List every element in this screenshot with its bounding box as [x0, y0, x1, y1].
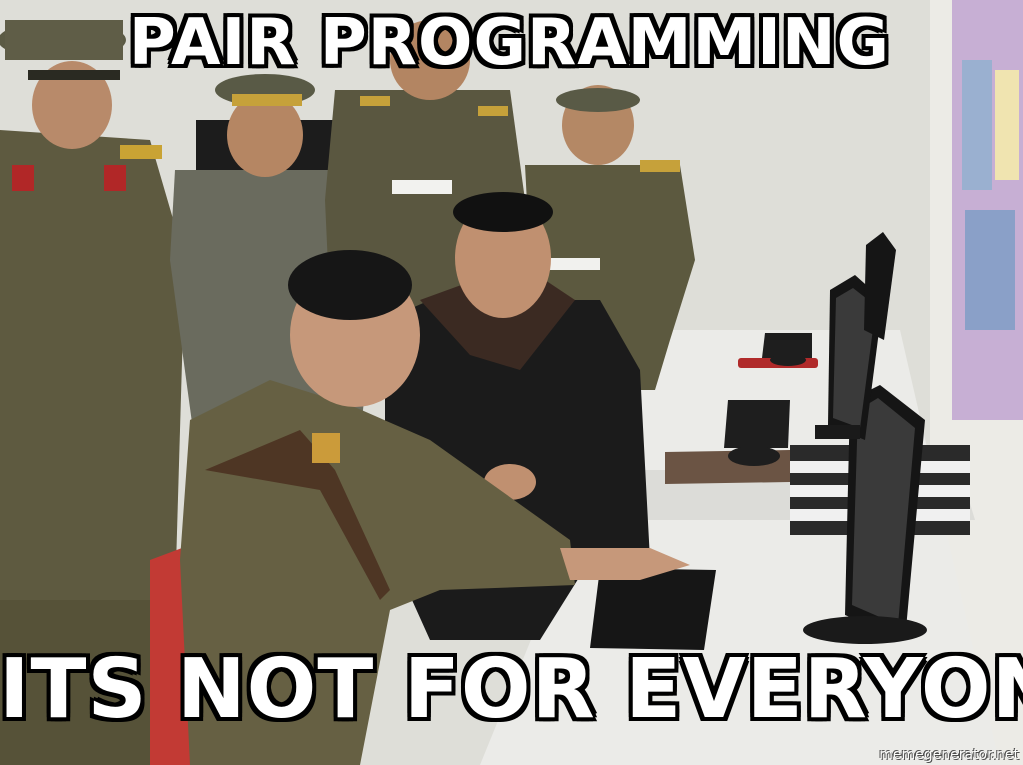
keyboard	[590, 568, 716, 650]
meme-canvas: PAIR PROGRAMMING ITS NOT FOR EVERYONE me…	[0, 0, 1023, 765]
mouse	[770, 354, 806, 366]
mouse	[728, 446, 780, 466]
keyboard	[724, 400, 790, 448]
watermark: memegenerator.net	[879, 747, 1019, 763]
bottom-caption: ITS NOT FOR EVERYONE	[0, 642, 1023, 737]
top-caption: PAIR PROGRAMMING	[128, 6, 891, 80]
